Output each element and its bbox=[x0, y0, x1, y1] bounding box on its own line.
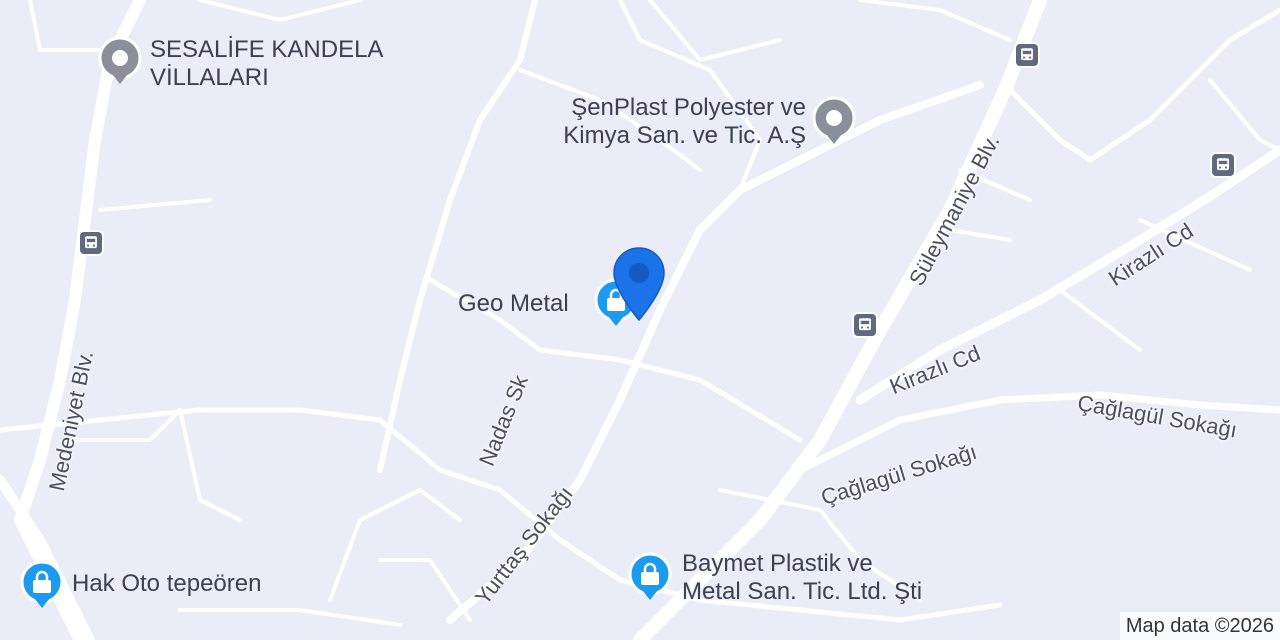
location-pin-icon[interactable] bbox=[612, 246, 666, 322]
place-label-line: Baymet Plastik ve bbox=[682, 550, 873, 577]
place-label-line: SESALİFE KANDELA bbox=[150, 36, 384, 63]
place-label-sesalife[interactable]: SESALİFE KANDELA VİLLALARI bbox=[150, 36, 383, 92]
place-label-hak-oto[interactable]: Hak Oto tepeören bbox=[72, 570, 261, 598]
place-pin-icon[interactable] bbox=[812, 96, 856, 144]
place-label-senplast[interactable]: ŞenPlast Polyester ve Kimya San. ve Tic.… bbox=[528, 94, 806, 150]
place-label-line: VİLLALARI bbox=[150, 64, 269, 91]
map-canvas[interactable]: SESALİFE KANDELA VİLLALARI ŞenPlast Poly… bbox=[0, 0, 1280, 640]
bus-stop-icon[interactable] bbox=[852, 312, 878, 338]
map-attribution[interactable]: Map data ©2026 bbox=[1119, 612, 1280, 640]
shopping-bag-icon[interactable] bbox=[20, 560, 64, 608]
bus-stop-icon[interactable] bbox=[1014, 42, 1040, 68]
shopping-bag-icon[interactable] bbox=[628, 552, 672, 600]
place-pin-icon[interactable] bbox=[98, 36, 142, 84]
place-label-geo-metal[interactable]: Geo Metal bbox=[458, 290, 569, 318]
bus-stop-icon[interactable] bbox=[78, 230, 104, 256]
place-label-line: Metal San. Tic. Ltd. Şti bbox=[682, 578, 923, 605]
place-label-baymet[interactable]: Baymet Plastik ve Metal San. Tic. Ltd. Ş… bbox=[682, 550, 922, 606]
bus-stop-icon[interactable] bbox=[1210, 152, 1236, 178]
place-label-line: ŞenPlast Polyester ve bbox=[571, 94, 806, 121]
place-label-line: Kimya San. ve Tic. A.Ş bbox=[563, 122, 806, 149]
